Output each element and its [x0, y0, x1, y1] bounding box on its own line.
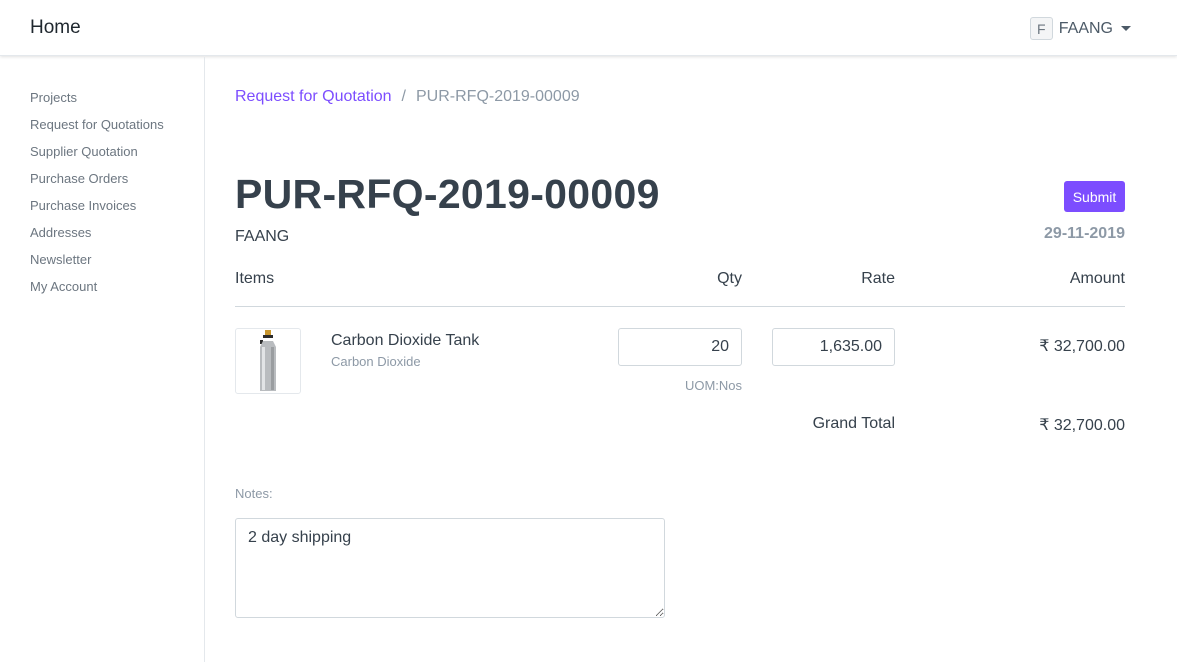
avatar[interactable]: F — [1029, 17, 1053, 40]
sidebar-item-addresses[interactable]: Addresses — [0, 225, 204, 252]
page-title: PUR-RFQ-2019-00009 — [235, 171, 660, 217]
sidebar-item-supplier-quotation[interactable]: Supplier Quotation — [0, 144, 204, 171]
item-amount: ₹ 32,700.00 — [1039, 338, 1125, 355]
breadcrumb-current: PUR-RFQ-2019-00009 — [416, 88, 580, 105]
uom-label: UOM:Nos — [684, 378, 742, 393]
grand-total-value: ₹ 32,700.00 — [1039, 417, 1125, 434]
qty-input[interactable] — [618, 328, 742, 366]
sidebar-item-purchase-orders[interactable]: Purchase Orders — [0, 171, 204, 198]
column-header-qty: Qty — [717, 270, 742, 287]
supplier-name: FAANG — [235, 228, 290, 245]
sidebar-item-projects[interactable]: Projects — [0, 90, 204, 117]
notes-label: Notes: — [235, 486, 273, 501]
gas-cylinder-icon — [260, 330, 276, 391]
rate-input[interactable] — [772, 328, 895, 366]
column-header-rate: Rate — [861, 270, 895, 287]
user-name[interactable]: FAANG — [1059, 20, 1113, 38]
submit-button[interactable]: Submit — [1064, 181, 1125, 212]
item-code: Carbon Dioxide — [331, 354, 421, 369]
breadcrumb: Request for Quotation / PUR-RFQ-2019-000… — [235, 88, 580, 106]
item-name: Carbon Dioxide Tank — [331, 332, 480, 349]
home-link[interactable]: Home — [30, 17, 81, 39]
sidebar: Projects Request for Quotations Supplier… — [0, 57, 205, 662]
item-image — [235, 328, 301, 394]
breadcrumb-separator: / — [401, 88, 406, 105]
sidebar-item-request-for-quotations[interactable]: Request for Quotations — [0, 117, 204, 144]
sidebar-item-newsletter[interactable]: Newsletter — [0, 252, 204, 279]
sidebar-menu: Projects Request for Quotations Supplier… — [0, 57, 204, 306]
top-navbar: Home F FAANG — [0, 0, 1177, 56]
document-date: 29-11-2019 — [1044, 225, 1125, 242]
sidebar-item-my-account[interactable]: My Account — [0, 279, 204, 306]
table-divider — [235, 306, 1125, 307]
sidebar-item-purchase-invoices[interactable]: Purchase Invoices — [0, 198, 204, 225]
chevron-down-icon[interactable] — [1121, 26, 1131, 31]
grand-total-label: Grand Total — [812, 415, 895, 432]
column-header-amount: Amount — [1069, 270, 1125, 287]
user-menu-dropdown[interactable]: F FAANG — [1029, 17, 1131, 40]
column-header-items: Items — [235, 270, 275, 287]
breadcrumb-parent-link[interactable]: Request for Quotation — [235, 88, 392, 106]
notes-textarea[interactable]: 2 day shipping — [235, 518, 665, 618]
